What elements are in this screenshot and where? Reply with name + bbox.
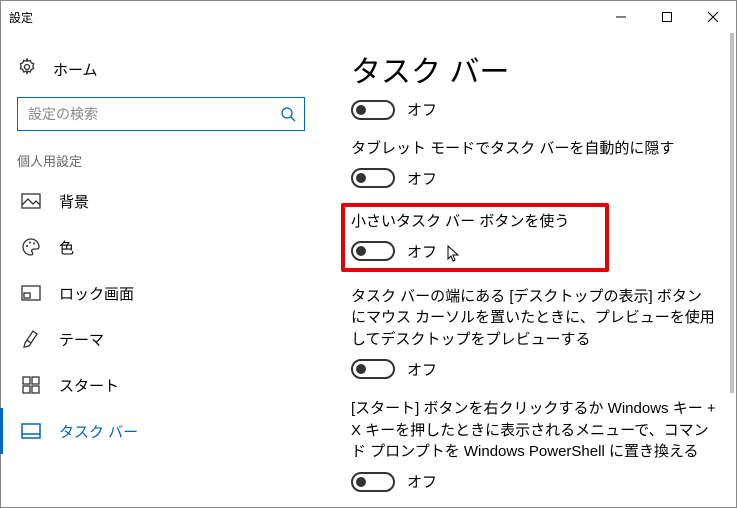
toggle-state: オフ [407, 99, 437, 120]
sidebar-item-lockscreen[interactable]: ロック画面 [0, 270, 323, 316]
setting-row-highlighted: 小さいタスク バー ボタンを使う オフ [351, 207, 716, 266]
gear-icon [17, 57, 37, 81]
lockscreen-icon [21, 283, 41, 303]
maximize-button[interactable] [644, 1, 690, 33]
sidebar-item-themes[interactable]: テーマ [0, 316, 323, 362]
search-field[interactable] [26, 105, 280, 123]
palette-icon [21, 237, 41, 257]
setting-label: [スタート] ボタンを右クリックするか Windows キー + X キーを押し… [351, 398, 716, 463]
toggle-state: オフ [407, 471, 437, 492]
setting-label: タブレット モードでタスク バーを自動的に隠す [351, 138, 716, 160]
sidebar: ホーム 個人用設定 背景 色 ロック画面 [1, 33, 321, 507]
picture-icon [21, 191, 41, 211]
highlight-box: 小さいタスク バー ボタンを使う オフ [341, 203, 609, 272]
toggle-state: オフ [407, 359, 437, 380]
sidebar-item-label: ロック画面 [59, 283, 134, 304]
setting-row: タブレット モードでタスク バーを自動的に隠す オフ [351, 138, 716, 189]
setting-row: オフ [351, 99, 716, 120]
sidebar-item-label: 背景 [59, 191, 89, 212]
nav-group-header: 個人用設定 [17, 151, 305, 170]
scrollbar[interactable] [730, 33, 734, 393]
main-content: タスク バー オフ タブレット モードでタスク バーを自動的に隠す オフ 小さい… [321, 33, 736, 507]
setting-row: タスク バーの端にある [デスクトップの表示] ボタンにマウス カーソルを置いた… [351, 286, 716, 380]
close-button[interactable] [690, 1, 736, 33]
toggle-switch[interactable] [351, 359, 395, 379]
sidebar-item-label: テーマ [59, 329, 104, 350]
sidebar-item-background[interactable]: 背景 [0, 178, 323, 224]
sidebar-item-colors[interactable]: 色 [0, 224, 323, 270]
window-title: 設定 [9, 9, 33, 26]
sidebar-item-label: タスク バー [59, 421, 138, 442]
taskbar-icon [21, 421, 41, 441]
toggle-switch[interactable] [351, 241, 395, 261]
sidebar-item-start[interactable]: スタート [0, 362, 323, 408]
sidebar-item-label: 色 [59, 237, 74, 258]
sidebar-item-taskbar[interactable]: タスク バー [0, 408, 323, 454]
sidebar-item-label: スタート [59, 375, 119, 396]
setting-label: 小さいタスク バー ボタンを使う [351, 211, 569, 233]
toggle-switch[interactable] [351, 100, 395, 120]
start-icon [21, 375, 41, 395]
home-button[interactable]: ホーム [17, 53, 305, 85]
toggle-switch[interactable] [351, 472, 395, 492]
minimize-button[interactable] [598, 1, 644, 33]
titlebar: 設定 [1, 1, 736, 33]
toggle-state: オフ [407, 241, 437, 262]
search-input[interactable] [17, 97, 305, 131]
search-icon [280, 106, 296, 122]
page-title: タスク バー [351, 47, 716, 91]
home-label: ホーム [53, 59, 98, 80]
toggle-switch[interactable] [351, 168, 395, 188]
setting-row: [スタート] ボタンを右クリックするか Windows キー + X キーを押し… [351, 398, 716, 492]
toggle-state: オフ [407, 168, 437, 189]
setting-label: タスク バーの端にある [デスクトップの表示] ボタンにマウス カーソルを置いた… [351, 286, 716, 351]
theme-icon [21, 329, 41, 349]
